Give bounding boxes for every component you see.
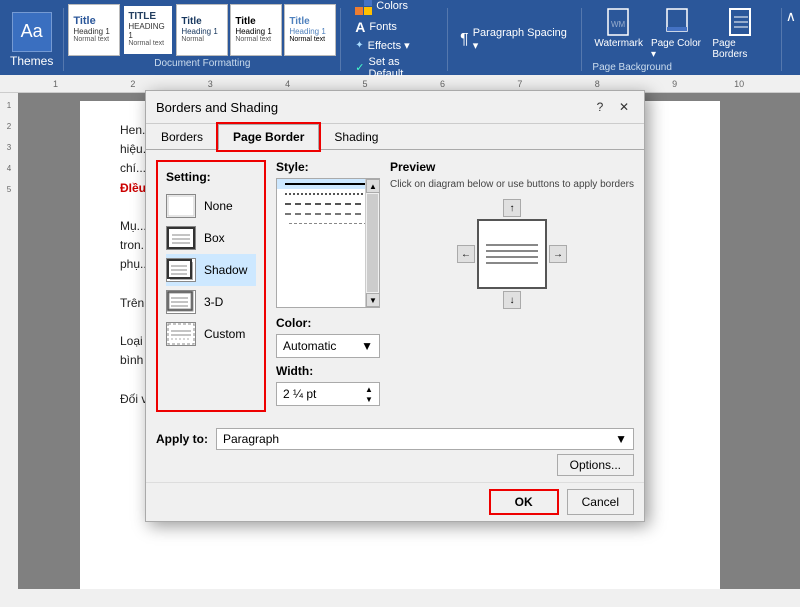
style-listbox[interactable]: ▲ ▼ bbox=[276, 178, 380, 308]
dialog-titlebar-buttons: ? ✕ bbox=[590, 97, 634, 117]
apply-section: Apply to: Paragraph ▼ Options... bbox=[146, 422, 644, 482]
dialog-body: Setting: None bbox=[146, 150, 644, 422]
setting-box[interactable]: Box bbox=[166, 222, 256, 254]
width-dropdown[interactable]: 2 ¼ pt ▲ ▼ bbox=[276, 382, 380, 406]
setting-panel: Setting: None bbox=[156, 160, 266, 412]
box-label: Box bbox=[204, 231, 225, 245]
preview-hint: Click on diagram below or use buttons to… bbox=[390, 178, 634, 191]
dialog-tabs: Borders Page Border Shading bbox=[146, 124, 644, 150]
setting-none[interactable]: None bbox=[166, 190, 256, 222]
custom-icon bbox=[166, 322, 196, 346]
width-section: Width: 2 ¼ pt ▲ ▼ bbox=[276, 364, 380, 406]
preview-top-border-btn[interactable]: ↑ bbox=[503, 199, 521, 217]
color-label: Color: bbox=[276, 316, 380, 330]
preview-label: Preview bbox=[390, 160, 634, 174]
ok-button[interactable]: OK bbox=[489, 489, 559, 515]
shadow-label: Shadow bbox=[204, 263, 247, 277]
borders-shading-dialog: Borders and Shading ? ✕ Borders Page Bor… bbox=[145, 90, 645, 522]
width-label: Width: bbox=[276, 364, 380, 378]
scrollbar-up[interactable]: ▲ bbox=[366, 179, 380, 193]
options-button[interactable]: Options... bbox=[557, 454, 634, 476]
style-item-dotted[interactable] bbox=[277, 189, 379, 199]
3d-icon bbox=[166, 290, 196, 314]
help-button[interactable]: ? bbox=[590, 97, 610, 117]
close-button[interactable]: ✕ bbox=[614, 97, 634, 117]
color-dropdown[interactable]: Automatic ▼ bbox=[276, 334, 380, 358]
none-icon bbox=[166, 194, 196, 218]
custom-label: Custom bbox=[204, 327, 245, 341]
scrollbar-thumb[interactable] bbox=[367, 194, 378, 292]
tab-shading[interactable]: Shading bbox=[319, 124, 393, 150]
style-label: Style: bbox=[276, 160, 380, 174]
box-icon bbox=[166, 226, 196, 250]
setting-shadow[interactable]: Shadow bbox=[166, 254, 256, 286]
preview-box[interactable] bbox=[477, 219, 547, 289]
scrollbar-down[interactable]: ▼ bbox=[366, 293, 380, 307]
tab-borders[interactable]: Borders bbox=[146, 124, 218, 150]
setting-label: Setting: bbox=[166, 170, 256, 184]
dropdown-arrow: ▼ bbox=[361, 339, 373, 353]
dialog-title: Borders and Shading bbox=[156, 100, 278, 115]
setting-3d[interactable]: 3-D bbox=[166, 286, 256, 318]
style-item-dashed[interactable] bbox=[277, 199, 379, 209]
preview-bottom-border-btn[interactable]: ↓ bbox=[503, 291, 521, 309]
tab-page-border[interactable]: Page Border bbox=[218, 124, 319, 150]
preview-lines bbox=[486, 229, 538, 279]
preview-left-border-btn[interactable]: ← bbox=[457, 245, 475, 263]
setting-custom[interactable]: Custom bbox=[166, 318, 256, 350]
apply-to-label: Apply to: bbox=[156, 432, 208, 446]
3d-label: 3-D bbox=[204, 295, 223, 309]
apply-to-dropdown[interactable]: Paragraph ▼ bbox=[216, 428, 634, 450]
cancel-button[interactable]: Cancel bbox=[567, 489, 634, 515]
style-item-solid[interactable] bbox=[277, 179, 379, 189]
color-section: Color: Automatic ▼ bbox=[276, 316, 380, 358]
none-label: None bbox=[204, 199, 233, 213]
preview-right-border-btn[interactable]: → bbox=[549, 245, 567, 263]
preview-area: ↑ ← → bbox=[390, 199, 634, 309]
shadow-icon bbox=[166, 258, 196, 282]
dialog-titlebar: Borders and Shading ? ✕ bbox=[146, 91, 644, 124]
style-item-dash-dot-dot[interactable] bbox=[277, 219, 379, 228]
style-item-dash-dot[interactable] bbox=[277, 209, 379, 219]
style-panel: Style: bbox=[276, 160, 380, 412]
width-up-arrow[interactable]: ▲ bbox=[365, 385, 373, 394]
dialog-overlay: Borders and Shading ? ✕ Borders Page Bor… bbox=[0, 0, 800, 607]
dialog-footer: OK Cancel bbox=[146, 482, 644, 521]
apply-dropdown-arrow: ▼ bbox=[615, 432, 627, 446]
preview-panel: Preview Click on diagram below or use bu… bbox=[390, 160, 634, 412]
style-scrollbar[interactable]: ▲ ▼ bbox=[365, 179, 379, 307]
width-down-arrow[interactable]: ▼ bbox=[365, 395, 373, 404]
